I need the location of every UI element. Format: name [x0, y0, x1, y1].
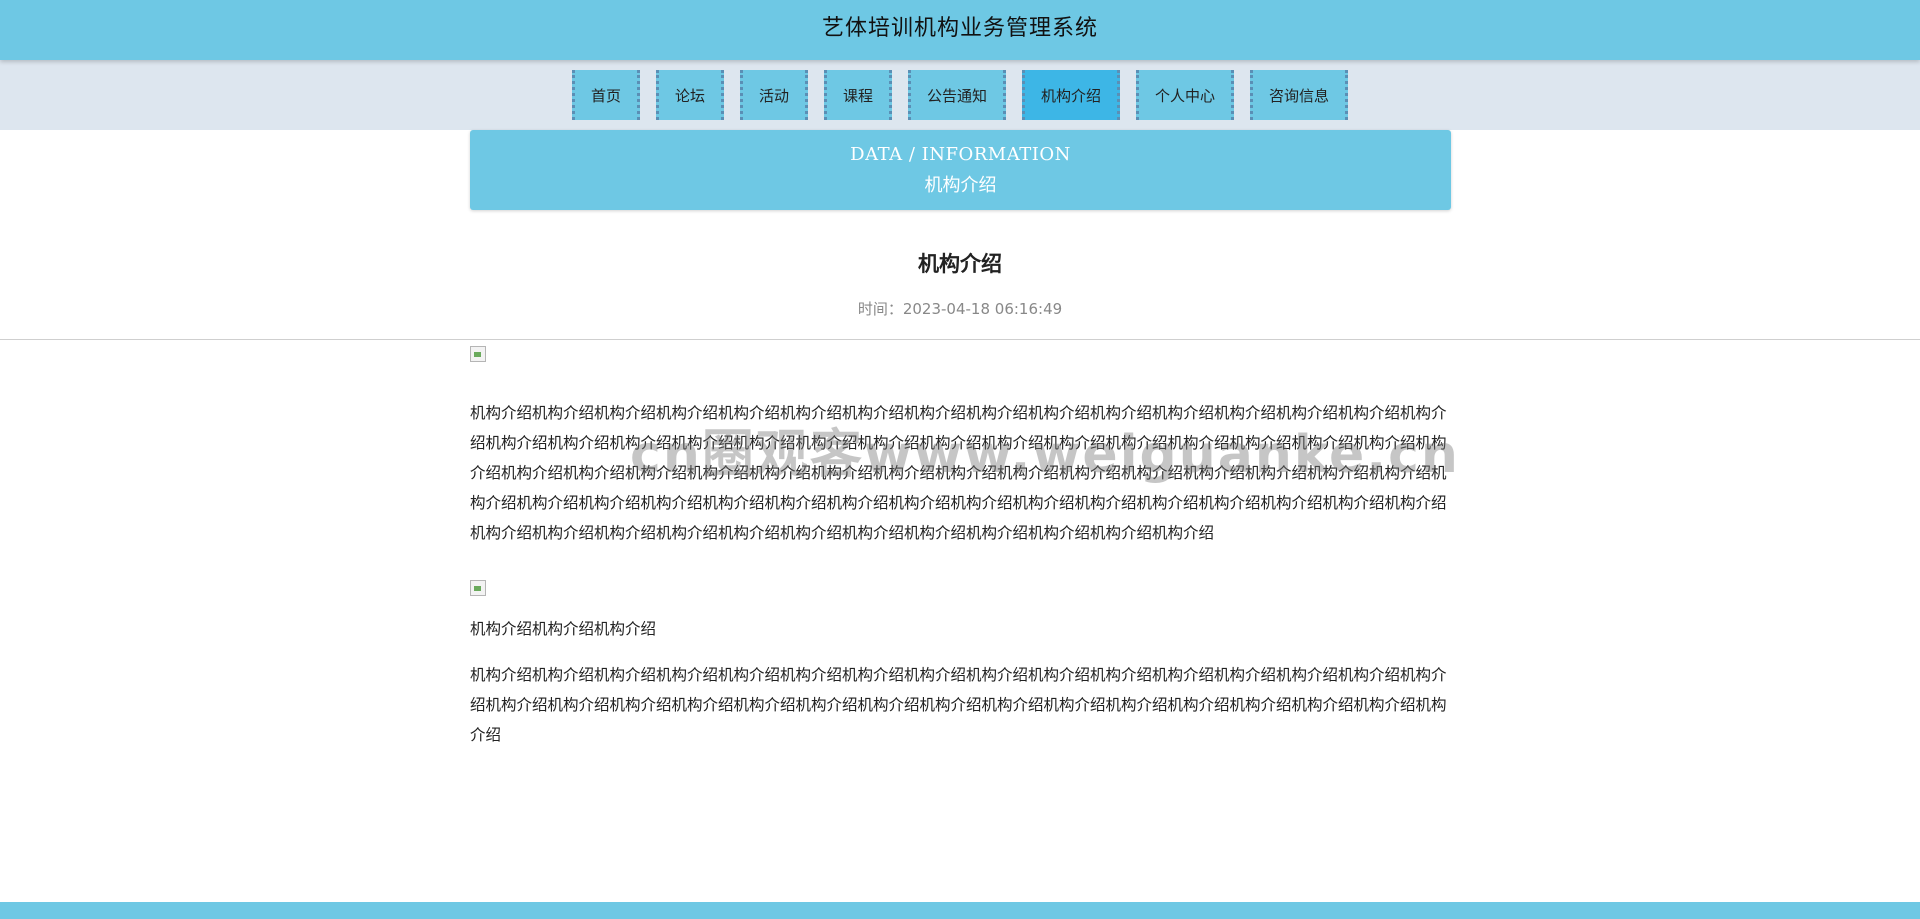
nav-item-home[interactable]: 首页: [571, 70, 640, 120]
article-title: 机构介绍: [918, 252, 1002, 276]
banner-subtitle-en: DATA / INFORMATION: [850, 144, 1071, 165]
article-content: 机构介绍机构介绍机构介绍机构介绍机构介绍机构介绍机构介绍机构介绍机构介绍机构介绍…: [470, 346, 1451, 750]
main-nav: 首页 论坛 活动 课程 公告通知 机构介绍 个人中心 咨询信息: [0, 60, 1920, 130]
nav-item-profile[interactable]: 个人中心: [1136, 70, 1235, 120]
nav-item-about[interactable]: 机构介绍: [1022, 70, 1121, 120]
article-paragraph: 机构介绍机构介绍机构介绍机构介绍机构介绍机构介绍机构介绍机构介绍机构介绍机构介绍…: [470, 666, 1447, 744]
nav-item-consult[interactable]: 咨询信息: [1250, 70, 1349, 120]
banner-subtitle-cn: 机构介绍: [924, 175, 997, 196]
nav-item-courses[interactable]: 课程: [823, 70, 892, 120]
article-paragraph: 机构介绍机构介绍机构介绍机构介绍机构介绍机构介绍机构介绍机构介绍机构介绍机构介绍…: [470, 404, 1447, 542]
site-title: 艺体培训机构业务管理系统: [821, 16, 1098, 41]
footer-bar: [0, 902, 1920, 919]
top-header: 艺体培训机构业务管理系统: [0, 0, 1920, 60]
broken-image-icon: [470, 580, 486, 596]
broken-image-icon: [470, 346, 486, 362]
article-time: 时间：2023-04-18 06:16:49: [857, 300, 1063, 318]
section-banner: DATA / INFORMATION 机构介绍: [470, 130, 1451, 210]
nav-item-activities[interactable]: 活动: [739, 70, 808, 120]
article-paragraph: 机构介绍机构介绍机构介绍: [470, 620, 657, 638]
divider: [0, 339, 1920, 340]
nav-item-announcements[interactable]: 公告通知: [908, 70, 1007, 120]
nav-item-forum[interactable]: 论坛: [655, 70, 724, 120]
